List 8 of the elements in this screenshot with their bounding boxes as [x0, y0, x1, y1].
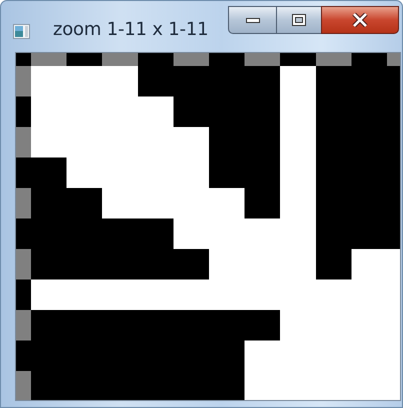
- maximize-button[interactable]: [276, 6, 321, 34]
- maximize-icon: [292, 14, 306, 26]
- close-button[interactable]: [321, 6, 399, 34]
- window-title: zoom 1-11 x 1-11: [53, 19, 208, 40]
- minimize-icon: [246, 18, 260, 22]
- close-icon: [352, 13, 368, 27]
- minimize-button[interactable]: [228, 6, 276, 34]
- app-icon: [13, 24, 30, 39]
